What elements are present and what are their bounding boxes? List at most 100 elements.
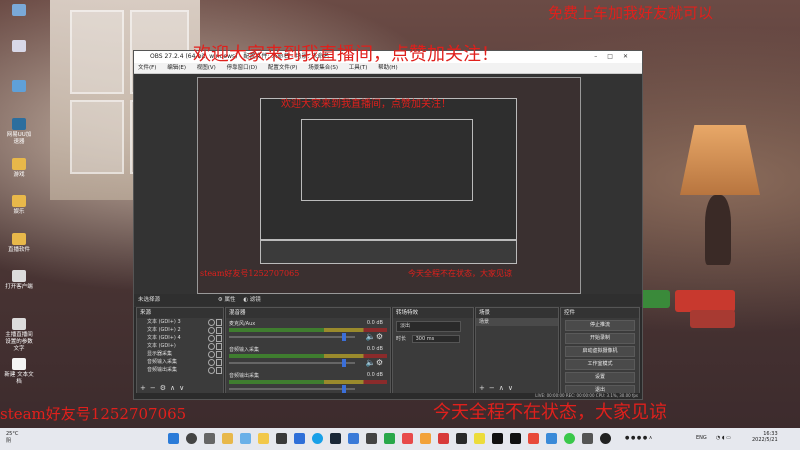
volume-slider[interactable]: [229, 388, 355, 390]
app-icon[interactable]: [384, 433, 395, 444]
duration-input[interactable]: 300 ms: [411, 335, 460, 343]
obs-window[interactable]: OBS 27.2.4 (64-bit, windows) - 配置文件: 未命名…: [133, 50, 643, 400]
app-icon[interactable]: [240, 433, 251, 444]
mixer-dock: 混音器 麦克风/Aux 0.0 dB 🔈⚙ 音频输入采集 0.0 dB 🔈⚙ 音…: [225, 307, 391, 395]
start-recording-button[interactable]: 开始录制: [565, 333, 635, 344]
lock-icon[interactable]: [216, 367, 222, 374]
app-icon[interactable]: [564, 433, 575, 444]
nested-preview-inner: [301, 119, 473, 201]
desktop-icon[interactable]: [4, 40, 34, 54]
source-item[interactable]: 文本 (GDI+) 4: [137, 334, 223, 342]
eye-icon[interactable]: [208, 319, 215, 326]
settings-button[interactable]: 设置: [565, 372, 635, 383]
lock-icon[interactable]: [216, 359, 222, 366]
tiktok-icon[interactable]: [510, 433, 521, 444]
eye-icon[interactable]: [208, 327, 215, 334]
speaker-icon[interactable]: 🔈⚙: [366, 332, 383, 341]
lock-icon[interactable]: [216, 351, 222, 358]
transition-select[interactable]: 淡出: [396, 321, 461, 332]
volume-knob[interactable]: [342, 333, 346, 341]
app-icon[interactable]: [438, 433, 449, 444]
eye-icon[interactable]: [208, 367, 215, 374]
app-icon[interactable]: [402, 433, 413, 444]
source-item[interactable]: 显示器采集: [137, 350, 223, 358]
app-icon[interactable]: [492, 433, 503, 444]
eye-icon[interactable]: [208, 359, 215, 366]
recycle-bin-icon: [12, 4, 26, 16]
app-icon[interactable]: [546, 433, 557, 444]
tray-icons[interactable]: ● ● ● ● ∧: [625, 435, 652, 441]
speaker-icon[interactable]: 🔈⚙: [366, 358, 383, 367]
desktop-icon[interactable]: 主播直播间设置的参数文字: [4, 318, 34, 353]
virtual-camera-button[interactable]: 启动虚拟摄像机: [565, 346, 635, 357]
file-explorer-icon[interactable]: [222, 433, 233, 444]
network-icon[interactable]: ◔ ◖ ▭: [716, 435, 731, 441]
language-indicator[interactable]: ENG: [696, 435, 707, 441]
taskbar: 25°C 阴 ● ● ● ● ∧ ENG ◔ ◖ ▭ 16:33 2022/5/…: [0, 428, 800, 450]
app-icon[interactable]: [366, 433, 377, 444]
desktop-icon[interactable]: [4, 80, 34, 94]
studio-mode-button[interactable]: 工作室模式: [565, 359, 635, 370]
channel-name: 麦克风/Aux: [229, 321, 256, 327]
sources-footer-controls[interactable]: +−⚙∧∨: [140, 384, 188, 392]
lock-icon[interactable]: [216, 319, 222, 326]
desktop-icon[interactable]: 游戏: [4, 158, 34, 179]
app-icon[interactable]: [258, 433, 269, 444]
wallpaper-lamp-base: [705, 195, 731, 265]
app-icon[interactable]: [348, 433, 359, 444]
wallpaper-toy: [690, 310, 735, 328]
source-item[interactable]: 文本 (GDI+) 2: [137, 326, 223, 334]
scene-item[interactable]: 场景: [476, 318, 558, 326]
edge-browser-icon[interactable]: [312, 433, 323, 444]
weather-widget[interactable]: 25°C 阴: [6, 431, 18, 444]
lock-icon[interactable]: [216, 343, 222, 350]
desktop-icon[interactable]: 打开客户端: [4, 270, 34, 291]
source-item[interactable]: 音频输出采集: [137, 366, 223, 374]
volume-slider[interactable]: [229, 336, 355, 338]
app-icon[interactable]: [528, 433, 539, 444]
stop-streaming-button[interactable]: 停止推流: [565, 320, 635, 331]
desktop-icon[interactable]: 网易UU加速器: [4, 118, 34, 146]
no-source-label: 未选择源: [138, 297, 161, 303]
scenes-footer-controls[interactable]: +−∧∨: [479, 384, 517, 392]
transitions-dock: 转场特效 淡出 时长 300 ms: [392, 307, 474, 395]
desktop-icon[interactable]: 新建 文本文档: [4, 358, 34, 386]
app-icon[interactable]: [456, 433, 467, 444]
volume-knob[interactable]: [342, 359, 346, 367]
menu-file[interactable]: 文件(F): [138, 65, 156, 71]
search-icon[interactable]: [186, 433, 197, 444]
preview-canvas[interactable]: 欢迎大家来到我直播间，点赞加关注！ steam好友号1252707065 今天全…: [197, 77, 581, 294]
volume-meter: [229, 354, 387, 358]
volume-slider[interactable]: [229, 362, 355, 364]
desktop-icon[interactable]: 直播软件: [4, 233, 34, 254]
volume-knob[interactable]: [342, 385, 346, 393]
clock[interactable]: 16:33 2022/5/21: [752, 431, 778, 443]
app-icon[interactable]: [474, 433, 485, 444]
mixer-channel: 音频输入采集 0.0 dB 🔈⚙: [229, 346, 387, 370]
nested-preview: 欢迎大家来到我直播间，点赞加关注！: [260, 98, 517, 240]
source-item[interactable]: 文本 (GDI+): [137, 342, 223, 350]
filters-button[interactable]: ◐ 滤镜: [243, 297, 261, 303]
eye-icon[interactable]: [208, 351, 215, 358]
windows-start-icon[interactable]: [168, 433, 179, 444]
desktop-icon[interactable]: 娱乐: [4, 195, 34, 216]
app-icon[interactable]: [420, 433, 431, 444]
uu-accelerator-icon: [12, 118, 26, 130]
desktop-icon[interactable]: [4, 4, 34, 18]
obs-icon[interactable]: [600, 433, 611, 444]
eye-icon[interactable]: [208, 343, 215, 350]
source-item[interactable]: 音频输入采集: [137, 358, 223, 366]
source-item[interactable]: 文本 (GDI+) 3: [137, 318, 223, 326]
app-icon[interactable]: [294, 433, 305, 444]
properties-button[interactable]: ⚙ 属性: [218, 297, 236, 303]
overlay-top-right-text: 免费上车加我好友就可以: [548, 4, 714, 22]
steam-icon[interactable]: [330, 433, 341, 444]
menu-edit[interactable]: 编辑(E): [167, 65, 186, 71]
eye-icon[interactable]: [208, 335, 215, 342]
lock-icon[interactable]: [216, 335, 222, 342]
app-icon[interactable]: [582, 433, 593, 444]
lock-icon[interactable]: [216, 327, 222, 334]
app-icon[interactable]: [276, 433, 287, 444]
task-view-icon[interactable]: [204, 433, 215, 444]
window-controls[interactable]: –□✕: [594, 51, 638, 63]
